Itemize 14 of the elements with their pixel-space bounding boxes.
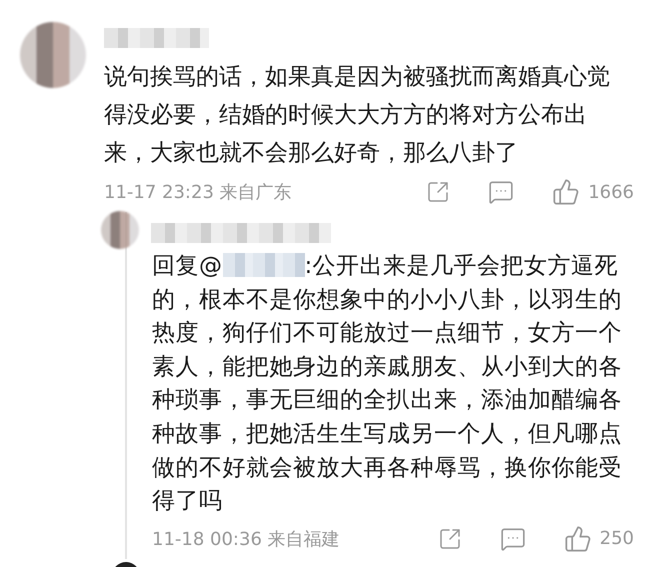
comment-icon[interactable]: [488, 179, 514, 205]
avatar: [20, 22, 86, 88]
share-icon[interactable]: [438, 526, 462, 551]
comment-icon[interactable]: [500, 526, 526, 552]
like-icon[interactable]: [552, 178, 580, 206]
comment-text: 说句挨骂的话，如果真是因为被骚扰而离婚真心觉得没必要，结婚的时候大大方方的将对方公布出来，大家也就不会那么好奇，那么八卦了: [104, 63, 611, 168]
like-icon[interactable]: [564, 524, 592, 553]
avatar: [101, 211, 139, 249]
comment-meta: 11-18 00:36 来自福建: [152, 528, 341, 551]
like-count: 1666: [588, 182, 634, 202]
like-count: 250: [600, 528, 634, 550]
share-icon[interactable]: [426, 180, 450, 204]
reply-text: 回复@ :公开出来是几乎会把女方逼死的，根本不是你想象中的小小八卦，以羽生的热度，狗仔们不可能放过一点细节，女方一个素人，能把她身边的亲戚朋友、从小到大的各种琐事，事无巨细的全扒出来，添油加醋编各种故事，把她活生生写成另一个人，但凡哪点做的不好就会被放大再各种辱骂，换你你能受得了吗: [152, 252, 623, 516]
comment-meta: 11-17 23:23 来自广东: [104, 181, 293, 204]
